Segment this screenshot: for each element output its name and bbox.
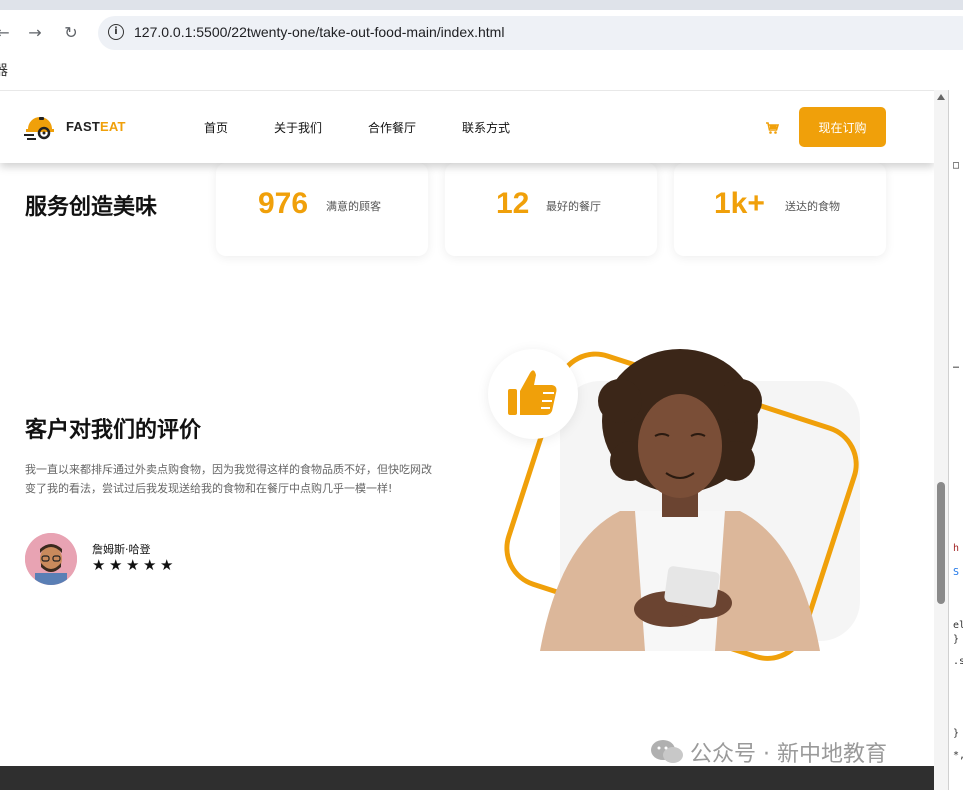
logo-text-fast: FAST [66, 118, 101, 134]
logo[interactable]: FASTEAT [24, 113, 126, 140]
nav-contact[interactable]: 联系方式 [462, 119, 510, 136]
main-nav: 首页 关于我们 合作餐厅 联系方式 [204, 119, 556, 136]
stat-label: 最好的餐厅 [546, 200, 601, 213]
site-header: FASTEAT 首页 关于我们 合作餐厅 联系方式 现在订购 [0, 91, 934, 163]
watermark: 公众号 · 新中地教育 [650, 736, 887, 768]
devtools-item[interactable]: S [953, 567, 959, 578]
logo-text-eat: EAT [100, 118, 126, 134]
back-icon[interactable]: ← [0, 22, 14, 44]
forward-icon[interactable]: → [24, 22, 46, 44]
cart-icon[interactable] [765, 120, 780, 134]
stat-label: 满意的顾客 [326, 200, 381, 213]
reviewer-avatar [25, 533, 77, 585]
devtools-item: } [953, 634, 960, 645]
reviewer-name: 詹姆斯·哈登 [92, 543, 151, 556]
stat-number: 1k+ [714, 187, 765, 220]
stats-title: 服务创造美味 [25, 195, 158, 220]
footer [0, 766, 934, 790]
thumbs-up-badge [488, 349, 578, 439]
delivery-scooter-icon [24, 113, 60, 140]
stat-card-restaurants: 12 最好的餐厅 [445, 163, 657, 256]
page-scrollbar[interactable] [934, 90, 948, 790]
devtools-item: el [953, 620, 963, 631]
order-now-button[interactable]: 现在订购 [799, 107, 886, 147]
url-text[interactable]: 127.0.0.1:5500/22twenty-one/take-out-foo… [134, 24, 504, 40]
review-title: 客户对我们的评价 [25, 418, 202, 443]
reload-icon[interactable]: ↻ [60, 22, 82, 44]
rating-stars: ★ ★ ★ ★ ★ [92, 556, 174, 574]
site-info-icon[interactable]: i [108, 24, 124, 40]
stat-number: 12 [496, 187, 530, 220]
devtools-item[interactable]: □ [953, 160, 959, 171]
scroll-up-arrow-icon[interactable] [937, 94, 945, 100]
star-icon: ★ [92, 556, 106, 574]
star-icon: ★ [109, 556, 123, 574]
review-text: 我一直以来都排斥通过外卖点购食物，因为我觉得这样的食物品质不好，但快吃网改变了我… [25, 463, 432, 495]
nav-restaurants[interactable]: 合作餐厅 [368, 119, 416, 136]
nav-about[interactable]: 关于我们 [274, 119, 322, 136]
devtools-item: .s [953, 656, 963, 667]
devtools-item: } [953, 728, 960, 739]
devtools-panel: □ … h S el } .s } *, [948, 90, 963, 790]
watermark-text: 公众号 · 新中地教育 [690, 742, 887, 767]
bookmark-item[interactable]: 器 [0, 60, 8, 80]
tab-strip [0, 0, 963, 10]
devtools-item[interactable]: … [953, 360, 959, 371]
stat-number: 976 [258, 187, 309, 220]
page-viewport: FASTEAT 首页 关于我们 合作餐厅 联系方式 现在订购 服务创造美味 97… [0, 90, 934, 790]
stat-card-customers: 976 满意的顾客 [216, 163, 428, 256]
star-icon: ★ [126, 556, 140, 574]
browser-toolbar: ← → ↻ i 127.0.0.1:5500/22twenty-one/take… [0, 0, 963, 90]
star-icon: ★ [160, 556, 174, 574]
devtools-item: *, [953, 750, 963, 761]
nav-home[interactable]: 首页 [204, 119, 228, 136]
devtools-item[interactable]: h [953, 543, 959, 554]
address-bar[interactable]: i 127.0.0.1:5500/22twenty-one/take-out-f… [98, 16, 963, 50]
stat-label: 送达的食物 [785, 200, 840, 213]
stat-card-foods: 1k+ 送达的食物 [674, 163, 886, 256]
scroll-thumb[interactable] [937, 482, 945, 604]
star-icon: ★ [143, 556, 157, 574]
wechat-icon [650, 739, 684, 765]
